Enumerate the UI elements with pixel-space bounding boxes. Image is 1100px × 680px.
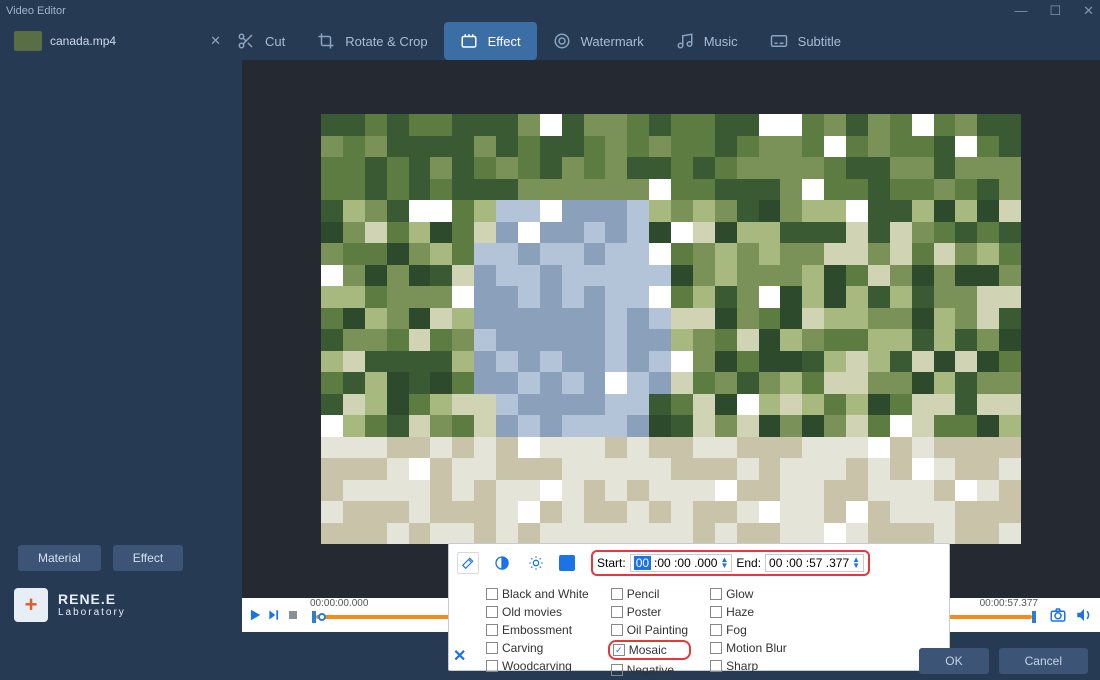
tab-rotate-crop-label: Rotate & Crop [345,34,427,49]
scissors-icon [237,32,255,50]
checkbox-icon[interactable] [710,642,722,654]
video-preview [242,60,1100,598]
tab-watermark-label: Watermark [581,34,644,49]
file-thumbnail [14,31,42,51]
timeline-out-handle[interactable] [1032,611,1036,623]
material-button[interactable]: Material [18,545,101,571]
cancel-button[interactable]: Cancel [999,648,1088,674]
effect-button[interactable]: Effect [113,545,183,571]
end-time-input[interactable]: 00 :00 :57 .377▲▼ [765,554,864,572]
tab-subtitle-label: Subtitle [798,34,841,49]
timeline-end-label: 00:00:57.377 [980,598,1038,609]
end-spinner[interactable]: ▲▼ [852,557,860,569]
timeline-start-label: 00:00:00.000 [310,598,368,609]
tab-watermark[interactable]: Watermark [537,22,660,60]
music-icon [676,32,694,50]
effect-embossment[interactable]: Embossment [483,622,592,638]
file-name: canada.mp4 [50,34,116,48]
contrast-icon[interactable] [491,552,513,574]
checkbox-icon[interactable] [486,588,498,600]
tab-music-label: Music [704,34,738,49]
snapshot-icon[interactable] [1048,605,1068,625]
effect-old-movies[interactable]: Old movies [483,604,592,620]
tab-subtitle[interactable]: Subtitle [754,22,857,60]
effect-glow[interactable]: Glow [707,586,790,602]
start-label: Start: [597,556,626,570]
step-forward-icon[interactable] [265,606,283,624]
effect-fog[interactable]: Fog [707,622,790,638]
volume-icon[interactable] [1074,605,1094,625]
play-icon[interactable] [246,606,264,624]
checkbox-icon[interactable]: ✓ [613,644,625,656]
file-tab[interactable]: canada.mp4 ✕ [14,25,229,57]
start-time-input[interactable]: 00:00 :00 .000▲▼ [630,554,733,572]
tab-music[interactable]: Music [660,22,754,60]
effect-poster[interactable]: Poster [608,604,691,620]
start-spinner[interactable]: ▲▼ [720,557,728,569]
maximize-button[interactable]: ☐ [1049,3,1061,19]
effect-carving[interactable]: Carving [483,640,592,656]
sparkle-icon [460,32,478,50]
brightness-icon[interactable] [525,552,547,574]
tab-rotate-crop[interactable]: Rotate & Crop [301,22,443,60]
brand-line2: Laboratory [58,607,126,618]
effect-woodcarving[interactable]: Woodcarving [483,658,592,674]
checkbox-icon[interactable] [486,624,498,636]
minimize-button[interactable]: — [1014,3,1027,19]
effects-grid: Black and White Old movies Embossment Carvi… [483,586,941,678]
toolbar: canada.mp4 ✕ Cut Rotate & Crop Effect Wa… [0,22,1100,60]
brand-line1: RENE.E [58,591,116,607]
close-button[interactable]: ✕ [1083,3,1094,19]
sidebar: Material Effect + RENE.ELaboratory [0,60,242,632]
brand-icon: + [14,588,48,622]
end-label: End: [736,556,761,570]
magic-wand-icon[interactable] [457,552,479,574]
tool-tabs: Cut Rotate & Crop Effect Watermark Music… [221,22,857,60]
checkbox-icon[interactable] [710,660,722,672]
checkbox-icon[interactable] [611,624,623,636]
timeline-playhead[interactable] [318,613,326,621]
checkbox-icon[interactable] [486,606,498,618]
effect-haze[interactable]: Haze [707,604,790,620]
checkbox-icon[interactable] [710,624,722,636]
effect-panel: Start: 00:00 :00 .000▲▼ End: 00 :00 :57 … [448,543,950,671]
tab-cut-label: Cut [265,34,285,49]
fill-icon[interactable] [559,555,575,571]
timeline-in-handle[interactable] [312,611,316,623]
stop-icon[interactable] [284,606,302,624]
effect-motion-blur[interactable]: Motion Blur [707,640,790,656]
effect-pencil[interactable]: Pencil [608,586,691,602]
tab-cut[interactable]: Cut [221,22,301,60]
tab-effect-label: Effect [488,34,521,49]
panel-close-icon[interactable]: ✕ [453,646,466,666]
effect-black-and-white[interactable]: Black and White [483,586,592,602]
time-range-box: Start: 00:00 :00 .000▲▼ End: 00 :00 :57 … [591,550,870,576]
ok-button[interactable]: OK [919,648,988,674]
stamp-icon [553,32,571,50]
subtitle-icon [770,32,788,50]
checkbox-icon[interactable] [486,660,498,672]
tab-effect[interactable]: Effect [444,22,537,60]
effect-negative[interactable]: Negative [608,662,691,678]
checkbox-icon[interactable] [611,588,623,600]
file-tab-close-icon[interactable]: ✕ [210,33,221,49]
titlebar: Video Editor — ☐ ✕ [0,0,1100,22]
window-controls: — ☐ ✕ [1014,3,1094,19]
crop-icon [317,32,335,50]
checkbox-icon[interactable] [486,642,498,654]
checkbox-icon[interactable] [710,588,722,600]
brand-logo: + RENE.ELaboratory [14,588,126,622]
app-title: Video Editor [6,5,66,17]
checkbox-icon[interactable] [710,606,722,618]
effect-sharp[interactable]: Sharp [707,658,790,674]
checkbox-icon[interactable] [611,606,623,618]
checkbox-icon[interactable] [611,664,623,676]
effect-oil-painting[interactable]: Oil Painting [608,622,691,638]
effect-mosaic[interactable]: ✓Mosaic [608,640,691,660]
mosaic-preview [321,114,1021,544]
